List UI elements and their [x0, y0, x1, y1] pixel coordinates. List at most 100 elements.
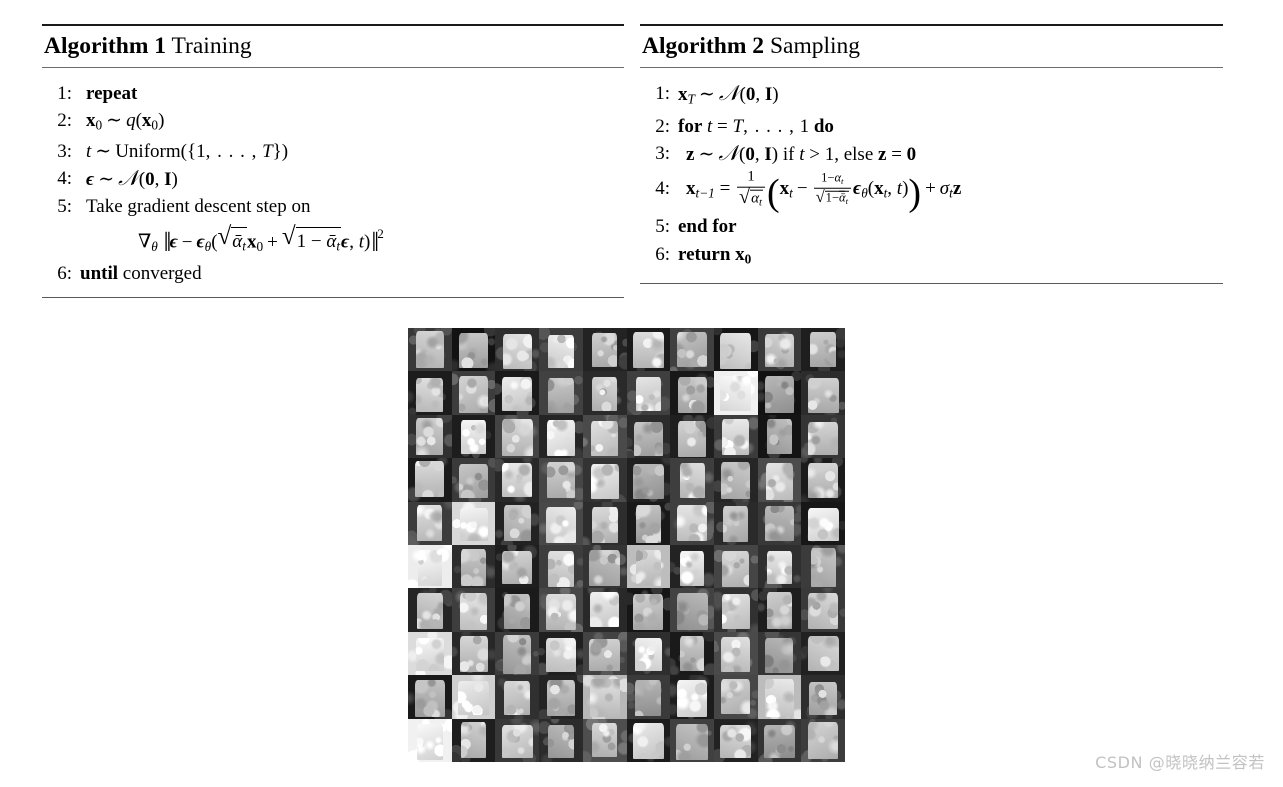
sample-garment — [767, 551, 792, 584]
sample-garment — [809, 681, 838, 715]
sample-garment — [591, 421, 618, 457]
sample-garment — [416, 592, 444, 629]
sample-garment — [677, 332, 707, 368]
sample-cell — [408, 414, 452, 459]
sample-cell — [495, 458, 540, 502]
step-content: ϵ ∼ 𝒩(0, I) — [86, 166, 178, 191]
step-number: 1: — [57, 82, 72, 104]
sample-cell — [670, 545, 714, 589]
sample-garment — [417, 550, 443, 587]
sample-cell — [757, 371, 802, 415]
sample-garment — [501, 724, 533, 759]
sample-cell — [582, 458, 627, 502]
sample-garment — [766, 592, 793, 629]
sample-cell — [801, 328, 845, 372]
sample-cell — [539, 718, 583, 762]
sample-garment — [633, 722, 664, 760]
sample-garment — [720, 332, 752, 370]
sample-garment — [722, 551, 750, 587]
sample-cell — [451, 588, 496, 632]
sample-cell — [451, 675, 496, 719]
sample-garment — [808, 462, 839, 499]
sample-cell — [451, 414, 496, 459]
sample-cell — [495, 588, 540, 632]
sample-cell — [408, 631, 452, 676]
sample-garment — [459, 635, 488, 672]
sample-cell — [495, 371, 540, 415]
algorithm-1-line-6: 6: until converged — [42, 260, 624, 287]
sample-garment — [765, 678, 794, 718]
sample-cell — [582, 328, 627, 372]
sample-cell — [801, 588, 845, 632]
sample-cell — [713, 545, 758, 589]
sample-garment — [807, 636, 839, 671]
sample-garment — [416, 418, 444, 455]
sample-garment — [590, 592, 620, 628]
sample-garment — [807, 377, 839, 413]
step-number: 6: — [57, 263, 72, 285]
step-content: xt−1 = 1 √ αt (xt −1−αt √ 1−ᾱt ϵθ(xt, t)) + σtz — [686, 168, 962, 215]
sample-garment — [678, 420, 707, 457]
sample-garment — [723, 505, 749, 542]
sample-garment — [721, 461, 751, 500]
sample-garment — [592, 723, 618, 758]
sample-garment — [415, 461, 445, 498]
step-content: ∇θ ‖ϵ − ϵθ(√ ᾱt x0 + √ 1 − ᾱt ϵ, t)‖2 — [80, 220, 624, 260]
sample-garment — [633, 594, 664, 631]
sample-garment — [460, 721, 487, 758]
step-number: 5: — [57, 196, 72, 218]
sample-cell — [757, 414, 802, 459]
sample-garment — [676, 593, 708, 631]
sample-garment — [460, 549, 487, 587]
sample-garment — [546, 462, 576, 498]
step-number: 6: — [655, 243, 670, 265]
sample-garment — [546, 680, 576, 717]
sample-garment — [764, 506, 795, 541]
sample-cell — [539, 631, 583, 676]
algorithm-2-line-4: 4: xt−1 = 1 √ αt (xt −1−αt √ 1−ᾱt ϵθ(xt, t)) + σt… — [640, 168, 1223, 215]
sample-cell — [801, 501, 845, 545]
sample-cell — [670, 588, 714, 632]
step-content: return x0 — [678, 243, 752, 267]
sample-garment — [548, 724, 574, 758]
sample-garment — [720, 375, 752, 412]
sample-garment — [635, 376, 661, 412]
sample-cell — [757, 718, 802, 762]
sample-garment — [416, 637, 444, 671]
sample-cell — [539, 675, 583, 719]
sample-garment — [545, 637, 577, 673]
sample-garment — [590, 463, 619, 499]
sample-cell — [495, 631, 540, 676]
algorithm-1-label: Algorithm 1 — [44, 33, 167, 59]
sample-cell — [801, 631, 845, 676]
algorithm-1-line-1: 1: repeat — [42, 80, 624, 107]
sample-cell — [582, 718, 627, 762]
sample-garment — [766, 419, 793, 455]
step-number: 4: — [57, 168, 72, 190]
algorithm-2-line-2: 2: for t = T, . . . , 1 do — [640, 113, 1223, 141]
sample-cell — [408, 371, 452, 415]
sample-cell — [495, 545, 540, 589]
sample-cell — [713, 501, 758, 545]
algorithm-1-line-5: 5: Take gradient descent step on — [42, 193, 624, 220]
step-number: 2: — [57, 109, 72, 131]
sample-cell — [451, 501, 496, 545]
algorithm-2-line-1: 1: xT ∼ 𝒩(0, I) — [640, 80, 1223, 113]
algorithm-1-line-5-formula: ∇θ ‖ϵ − ϵθ(√ ᾱt x0 + √ 1 − ᾱt ϵ, t)‖2 — [42, 220, 624, 260]
algorithm-1-title: Algorithm 1 Training — [42, 26, 624, 67]
sample-cell — [495, 675, 540, 719]
sample-garment — [547, 334, 574, 368]
sample-cell — [801, 675, 845, 719]
csdn-watermark: CSDN @晓晓纳兰容若 — [1095, 753, 1265, 772]
step-number: 3: — [57, 141, 72, 163]
sample-garment — [504, 681, 531, 716]
sample-garment — [458, 681, 489, 715]
sample-garment — [765, 376, 794, 414]
sample-garment — [633, 421, 663, 457]
sample-cell — [757, 545, 802, 589]
sample-cell — [408, 458, 452, 502]
algorithm-1-line-4: 4: ϵ ∼ 𝒩(0, I) — [42, 165, 624, 193]
sample-garment — [677, 679, 707, 718]
algorithm-2-line-3: 3: z ∼ 𝒩(0, I) if t > 1, else z = 0 — [640, 140, 1223, 169]
sample-garment — [415, 331, 445, 368]
